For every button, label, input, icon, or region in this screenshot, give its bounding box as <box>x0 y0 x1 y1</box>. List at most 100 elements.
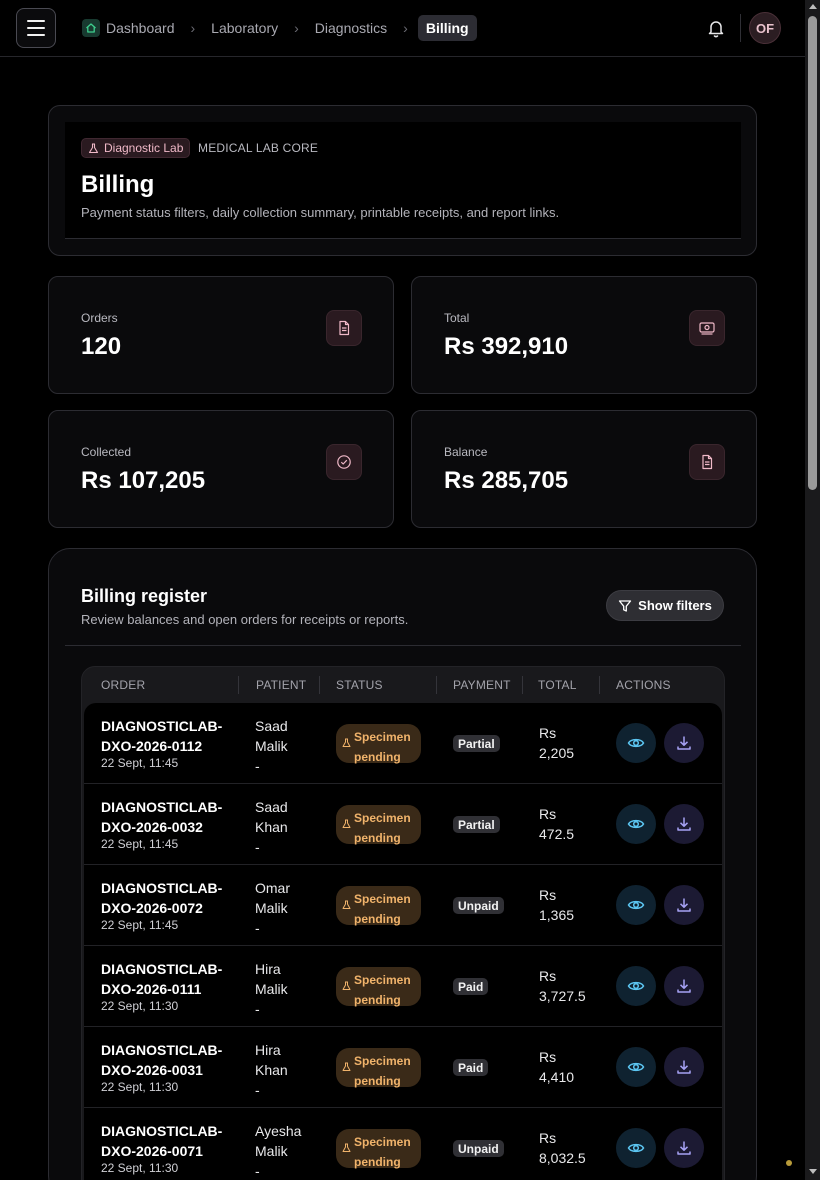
page-title: Billing <box>81 171 155 198</box>
breadcrumb-dashboard[interactable]: Dashboard <box>80 15 181 41</box>
table-row[interactable]: DIAGNOSTICLAB-DXO-2026-0072 22 Sept, 11:… <box>84 865 722 946</box>
table-row[interactable]: DIAGNOSTICLAB-DXO-2026-0111 22 Sept, 11:… <box>84 946 722 1027</box>
notifications-bell-icon[interactable] <box>705 17 727 39</box>
patient-name: Saad Khan - <box>255 799 288 855</box>
scrollbar-thumb[interactable] <box>808 16 817 490</box>
view-button[interactable] <box>616 1047 656 1087</box>
eye-icon <box>627 1062 645 1072</box>
scroll-up-arrow-icon[interactable] <box>809 4 817 9</box>
flask-icon <box>342 819 351 828</box>
status-badge: Specimen pending <box>336 967 421 1007</box>
payment-badge: Unpaid <box>453 1140 504 1157</box>
patient-name: Hira Khan - <box>255 1042 288 1098</box>
download-icon <box>677 1060 691 1074</box>
show-filters-button[interactable]: Show filters <box>606 590 724 621</box>
column-header-actions: ACTIONS <box>616 678 671 692</box>
stat-value: Rs 285,705 <box>444 467 569 494</box>
patient-name: Omar Malik - <box>255 880 290 936</box>
total-amount: Rs 1,365 <box>539 887 575 923</box>
top-bar: Dashboard › Laboratory › Diagnostics › B… <box>0 0 805 57</box>
scroll-down-arrow-icon[interactable] <box>809 1169 817 1174</box>
order-id[interactable]: DIAGNOSTICLAB-DXO-2026-0032 <box>101 797 231 837</box>
patient-name: Hira Malik - <box>255 961 288 1017</box>
download-button[interactable] <box>664 966 704 1006</box>
download-button[interactable] <box>664 1047 704 1087</box>
payment-badge: Partial <box>453 816 500 833</box>
stat-card-total: Total Rs 392,910 <box>411 276 757 394</box>
menu-button[interactable] <box>16 8 56 48</box>
download-icon <box>677 817 691 831</box>
flask-icon <box>342 1062 351 1071</box>
divider <box>740 14 741 42</box>
flask-icon <box>342 738 351 747</box>
column-header-payment[interactable]: PAYMENT <box>453 678 511 692</box>
download-button[interactable] <box>664 804 704 844</box>
order-id[interactable]: DIAGNOSTICLAB-DXO-2026-0112 <box>101 716 231 756</box>
status-badge: Specimen pending <box>336 886 421 926</box>
total-amount: Rs 3,727.5 <box>539 968 586 1004</box>
download-icon <box>677 979 691 993</box>
stat-card-orders: Orders 120 <box>48 276 394 394</box>
page-subtitle: Payment status filters, daily collection… <box>81 205 560 220</box>
table-row[interactable]: DIAGNOSTICLAB-DXO-2026-0032 22 Sept, 11:… <box>84 784 722 865</box>
stat-value: Rs 107,205 <box>81 467 206 494</box>
patient-name: Saad Malik - <box>255 718 288 774</box>
stat-card-collected: Collected Rs 107,205 <box>48 410 394 528</box>
stat-label: Orders <box>81 311 118 325</box>
chevron-right-icon: › <box>190 20 196 36</box>
breadcrumb-billing[interactable]: Billing <box>417 15 477 41</box>
order-time: 22 Sept, 11:30 <box>101 1080 179 1094</box>
hamburger-icon <box>27 20 45 22</box>
total-amount: Rs 4,410 <box>539 1049 575 1085</box>
stat-value: 120 <box>81 333 122 360</box>
breadcrumb-laboratory[interactable]: Laboratory <box>205 15 284 41</box>
module-label: MEDICAL LAB CORE <box>198 141 319 155</box>
page-header: Diagnostic Lab MEDICAL LAB CORE Billing … <box>65 122 741 239</box>
view-button[interactable] <box>616 723 656 763</box>
table-row[interactable]: DIAGNOSTICLAB-DXO-2026-0112 22 Sept, 11:… <box>84 703 722 784</box>
breadcrumb-diagnostics[interactable]: Diagnostics <box>309 15 393 41</box>
download-button[interactable] <box>664 885 704 925</box>
status-badge: Specimen pending <box>336 1129 421 1169</box>
home-icon <box>82 19 100 37</box>
check-circle-icon <box>326 444 362 480</box>
page-header-card: Diagnostic Lab MEDICAL LAB CORE Billing … <box>48 105 757 256</box>
section-subtitle: Review balances and open orders for rece… <box>81 612 409 627</box>
order-time: 22 Sept, 11:45 <box>101 837 179 851</box>
view-button[interactable] <box>616 804 656 844</box>
section-title: Billing register <box>81 586 208 606</box>
table-header: ORDER PATIENT STATUS PAYMENT TOTAL ACTIO… <box>82 667 724 703</box>
column-header-order[interactable]: ORDER <box>101 678 145 692</box>
breadcrumb-label: Laboratory <box>211 20 279 36</box>
user-avatar[interactable]: OF <box>749 12 781 44</box>
download-icon <box>677 1141 691 1155</box>
view-button[interactable] <box>616 966 656 1006</box>
total-amount: Rs 472.5 <box>539 806 575 842</box>
order-time: 22 Sept, 11:45 <box>101 756 179 770</box>
payment-badge: Paid <box>453 978 489 995</box>
document-icon <box>689 444 725 480</box>
download-button[interactable] <box>664 1128 704 1168</box>
order-id[interactable]: DIAGNOSTICLAB-DXO-2026-0071 <box>101 1121 231 1161</box>
eye-icon <box>627 900 645 910</box>
column-header-total[interactable]: TOTAL <box>538 678 577 692</box>
diagnostic-lab-badge: Diagnostic Lab <box>81 138 191 158</box>
table-row[interactable]: DIAGNOSTICLAB-DXO-2026-0031 22 Sept, 11:… <box>84 1027 722 1108</box>
order-time: 22 Sept, 11:30 <box>101 999 179 1013</box>
eye-icon <box>627 981 645 991</box>
order-time: 22 Sept, 11:30 <box>101 1161 179 1175</box>
order-id[interactable]: DIAGNOSTICLAB-DXO-2026-0111 <box>101 959 231 999</box>
column-header-patient[interactable]: PATIENT <box>256 678 306 692</box>
page-scrollbar[interactable] <box>805 0 820 1180</box>
order-id[interactable]: DIAGNOSTICLAB-DXO-2026-0072 <box>101 878 231 918</box>
table-body: DIAGNOSTICLAB-DXO-2026-0112 22 Sept, 11:… <box>84 703 722 1180</box>
status-indicator <box>786 1160 792 1166</box>
order-id[interactable]: DIAGNOSTICLAB-DXO-2026-0031 <box>101 1040 231 1080</box>
download-button[interactable] <box>664 723 704 763</box>
column-header-status[interactable]: STATUS <box>336 678 383 692</box>
view-button[interactable] <box>616 885 656 925</box>
table-row[interactable]: DIAGNOSTICLAB-DXO-2026-0071 22 Sept, 11:… <box>84 1108 722 1180</box>
view-button[interactable] <box>616 1128 656 1168</box>
total-amount: Rs 2,205 <box>539 725 575 761</box>
flask-icon <box>342 900 351 909</box>
